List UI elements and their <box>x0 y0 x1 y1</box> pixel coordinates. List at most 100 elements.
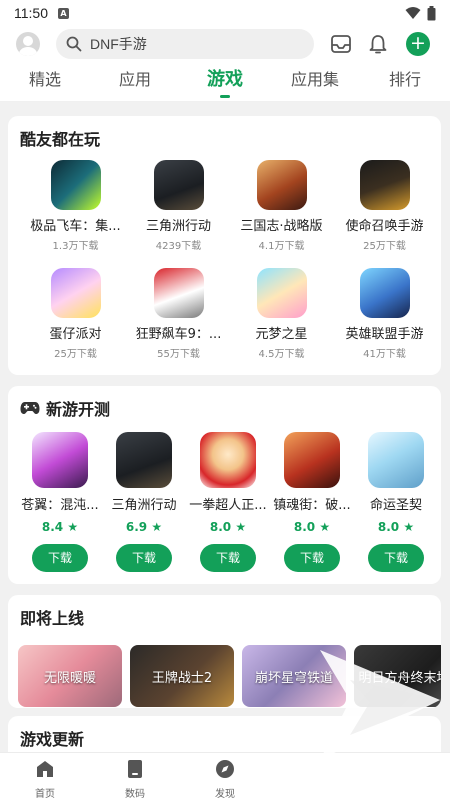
app-icon <box>359 268 410 318</box>
search-icon <box>66 36 82 52</box>
battery-icon <box>427 5 436 20</box>
tab-collections[interactable]: 应用集 <box>270 62 360 102</box>
app-icon <box>50 268 101 318</box>
app-name: 蛋仔派对 <box>49 327 102 342</box>
game-icon <box>284 432 340 488</box>
game-rating: 6.9 ★ <box>125 520 163 534</box>
section-title: 酷友都在玩 <box>20 130 101 149</box>
new-game-item[interactable]: 命运圣契 8.0 ★ 下载 <box>354 432 438 572</box>
app-item[interactable]: 极品飞车：集... 1.3万下载 <box>24 160 127 252</box>
tab-bar: 精选 应用 游戏 应用集 排行 <box>0 62 450 102</box>
app-downloads: 4239下载 <box>155 241 202 252</box>
avatar[interactable] <box>16 32 40 56</box>
download-button[interactable]: 下载 <box>32 544 88 572</box>
game-icon <box>116 432 172 488</box>
app-item[interactable]: 三角洲行动 4239下载 <box>127 160 230 252</box>
coming-soon-item[interactable]: 无限暖暖 <box>18 645 122 707</box>
section-title: 游戏更新 <box>20 730 85 749</box>
game-name: 命运圣契 <box>369 498 422 513</box>
app-name: 三角洲行动 <box>145 219 211 234</box>
app-item[interactable]: 狂野飙车9：... 55万下载 <box>127 268 230 360</box>
app-name: 使命召唤手游 <box>345 219 424 234</box>
game-rating: 8.4 ★ <box>41 520 79 534</box>
game-icon <box>200 432 256 488</box>
notification-icon: A <box>58 7 69 19</box>
app-downloads: 4.1万下载 <box>258 241 305 252</box>
tab-featured[interactable]: 精选 <box>0 62 90 102</box>
search-input[interactable]: DNF手游 <box>56 29 314 59</box>
add-button[interactable]: + <box>406 32 430 56</box>
new-games-card: 新游开测 苍翼：混沌... 8.4 ★ 下载 三角洲行动 6.9 ★ 下载 一拳… <box>8 386 441 584</box>
app-item[interactable]: 蛋仔派对 25万下载 <box>24 268 127 360</box>
inbox-icon[interactable] <box>330 34 352 54</box>
section-title: 即将上线 <box>20 609 85 628</box>
new-game-item[interactable]: 苍翼：混沌... 8.4 ★ 下载 <box>18 432 102 572</box>
download-button[interactable]: 下载 <box>200 544 256 572</box>
game-name: 镇魂街：破... <box>273 498 351 513</box>
nav-label: 首页 <box>35 789 55 800</box>
game-icon <box>368 432 424 488</box>
app-name: 三国志·战略版 <box>240 219 323 234</box>
status-time: 11:50 <box>14 5 48 21</box>
nav-label: 发现 <box>215 789 235 800</box>
game-name: 三角洲行动 <box>111 498 177 513</box>
section-header: 新游开测 <box>20 396 110 420</box>
app-name: 英雄联盟手游 <box>345 327 424 342</box>
tab-apps[interactable]: 应用 <box>90 62 180 102</box>
app-downloads: 25万下载 <box>363 241 406 252</box>
app-downloads: 1.3万下载 <box>52 241 99 252</box>
coming-soon-item[interactable]: 崩坏星穹铁道 <box>242 645 346 707</box>
app-downloads: 41万下载 <box>363 349 406 360</box>
game-name: 一拳超人正... <box>189 498 267 513</box>
app-icon <box>256 160 307 210</box>
app-item[interactable]: 英雄联盟手游 41万下载 <box>333 268 436 360</box>
app-icon <box>359 160 410 210</box>
app-downloads: 55万下载 <box>157 349 200 360</box>
app-item[interactable]: 三国志·战略版 4.1万下载 <box>230 160 333 252</box>
app-icon <box>153 160 204 210</box>
game-rating: 8.0 ★ <box>377 520 415 534</box>
app-icon <box>50 160 101 210</box>
bell-icon[interactable] <box>368 33 388 55</box>
kuyou-playing-card: 酷友都在玩 极品飞车：集... 1.3万下载 三角洲行动 4239下载 三国志·… <box>8 116 441 375</box>
app-downloads: 25万下载 <box>54 349 97 360</box>
coming-soon-name: 王牌战士2 <box>151 670 213 686</box>
bottom-nav: 首页 数码 发现 <box>0 752 450 800</box>
download-button[interactable]: 下载 <box>368 544 424 572</box>
device-icon <box>128 760 142 778</box>
top-header: DNF手游 + <box>0 26 450 62</box>
search-placeholder: DNF手游 <box>90 36 147 52</box>
app-name: 元梦之星 <box>255 327 308 342</box>
app-name: 极品飞车：集... <box>30 219 121 234</box>
app-icon <box>256 268 307 318</box>
game-rating: 8.0 ★ <box>293 520 331 534</box>
nav-label: 数码 <box>125 789 145 800</box>
tab-games[interactable]: 游戏 <box>180 62 270 102</box>
nav-discover[interactable]: 发现 <box>205 759 245 800</box>
wifi-icon <box>405 7 421 19</box>
coming-soon-item[interactable]: 明日方舟终末地 <box>354 645 441 707</box>
section-title: 新游开测 <box>46 400 111 419</box>
download-button[interactable]: 下载 <box>116 544 172 572</box>
coming-soon-name: 无限暖暖 <box>43 670 96 686</box>
coming-soon-name: 明日方舟终末地 <box>358 670 441 686</box>
nav-digital[interactable]: 数码 <box>115 759 155 800</box>
tab-ranking[interactable]: 排行 <box>360 62 450 102</box>
app-icon <box>153 268 204 318</box>
download-button[interactable]: 下载 <box>284 544 340 572</box>
coming-soon-item[interactable]: 王牌战士2 <box>130 645 234 707</box>
app-item[interactable]: 使命召唤手游 25万下载 <box>333 160 436 252</box>
coming-soon-name: 崩坏星穹铁道 <box>254 670 333 686</box>
new-game-item[interactable]: 镇魂街：破... 8.0 ★ 下载 <box>270 432 354 572</box>
coming-soon-card: 即将上线 无限暖暖 王牌战士2 崩坏星穹铁道 明日方舟终末地 <box>8 595 441 708</box>
new-game-item[interactable]: 三角洲行动 6.9 ★ 下载 <box>102 432 186 572</box>
gamepad-icon <box>20 402 40 414</box>
new-game-item[interactable]: 一拳超人正... 8.0 ★ 下载 <box>186 432 270 572</box>
status-bar: 11:50 A <box>0 0 450 26</box>
app-name: 狂野飙车9：... <box>135 327 222 342</box>
game-icon <box>32 432 88 488</box>
compass-icon <box>216 760 234 778</box>
app-item[interactable]: 元梦之星 4.5万下载 <box>230 268 333 360</box>
app-downloads: 4.5万下载 <box>258 349 305 360</box>
nav-home[interactable]: 首页 <box>25 759 65 800</box>
